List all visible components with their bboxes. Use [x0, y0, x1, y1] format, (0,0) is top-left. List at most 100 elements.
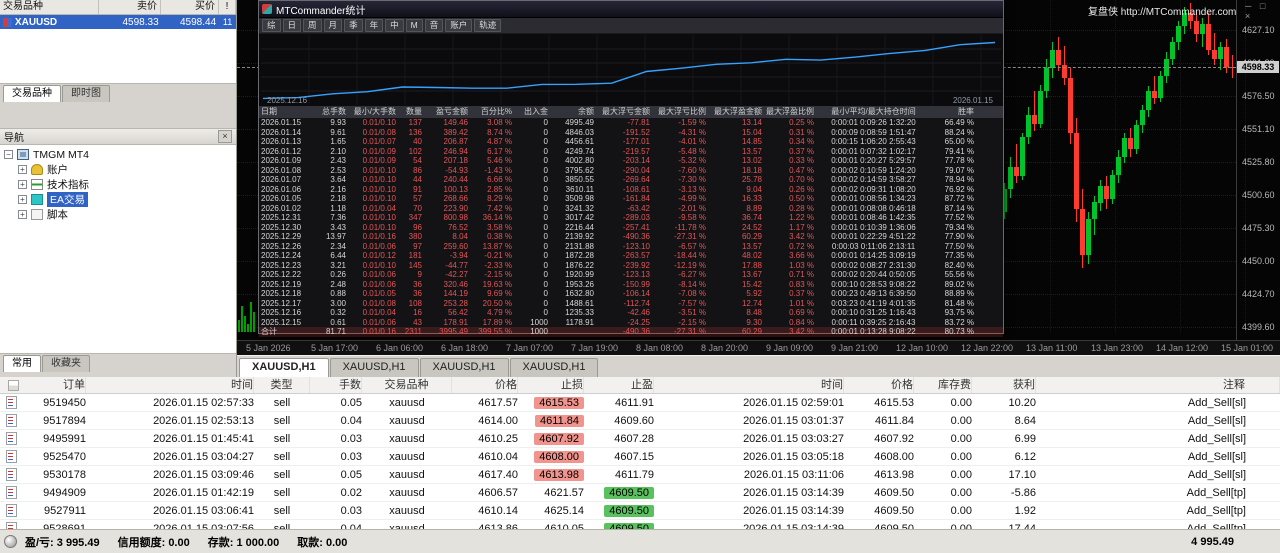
time-axis[interactable]: 5 Jan 20265 Jan 17:006 Jan 06:006 Jan 18… [237, 340, 1280, 356]
stats-toolbar-button[interactable]: 月 [324, 19, 343, 32]
stats-cell: 1235.33 [551, 308, 597, 318]
terminal-column-header[interactable]: 类型 [254, 377, 310, 393]
chart-tab[interactable]: XAUUSD,H1 [420, 358, 509, 377]
terminal-column-header[interactable]: 注释 [1036, 377, 1280, 393]
stats-column-header[interactable]: 最大浮盈金额 [709, 106, 765, 118]
nav-item-scripts[interactable]: +脚本 [0, 207, 236, 222]
order-row[interactable]: 94949092026.01.15 01:42:19sell0.02xauusd… [0, 484, 1280, 502]
stats-cell: 合计 [261, 327, 315, 337]
terminal-column-header[interactable]: 手数 [310, 377, 362, 393]
terminal-column-header[interactable]: 时间 [86, 377, 254, 393]
market-watch-header[interactable]: 交易品种卖价买价! [0, 0, 236, 15]
order-doc-icon [6, 396, 17, 409]
navigator-titlebar[interactable]: 导航 × [0, 128, 236, 145]
chart-window-controls[interactable]: ─ □ × [1245, 1, 1280, 21]
terminal-column-header[interactable]: 交易品种 [362, 377, 452, 393]
terminal-column-header[interactable]: 订单 [22, 377, 86, 393]
chart-tab[interactable]: XAUUSD,H1 [239, 358, 329, 377]
nav-item-ea[interactable]: +EA交易 [0, 192, 236, 207]
close-icon[interactable]: × [218, 130, 232, 143]
stats-toolbar-button[interactable]: 日 [283, 19, 302, 32]
chart-tab[interactable]: XAUUSD,H1 [330, 358, 419, 377]
terminal-column-header[interactable]: 时间 [654, 377, 844, 393]
market-watch-column-header[interactable]: ! [219, 0, 236, 14]
stats-column-header[interactable]: 盈亏金额 [425, 106, 471, 118]
nav-item-accounts[interactable]: +账户 [0, 162, 236, 177]
collapse-icon[interactable]: − [4, 150, 13, 159]
order-lots: 0.03 [310, 505, 362, 517]
stats-toolbar-button[interactable]: 音 [425, 19, 444, 32]
stats-cell: 0.37 % [765, 289, 817, 299]
profit-value: 10.20 [972, 397, 1036, 409]
price-axis-label: 4500.60 [1242, 190, 1275, 200]
stats-column-header[interactable]: 日期 [261, 106, 315, 118]
stats-column-header[interactable]: 最大浮亏比例 [653, 106, 709, 118]
stats-toolbar-button[interactable]: 周 [303, 19, 322, 32]
stats-cell: 347 [399, 213, 425, 223]
nav-root-item[interactable]: −TMGM MT4 [0, 147, 236, 162]
stats-toolbar-button[interactable]: 中 [385, 19, 404, 32]
terminal-column-header[interactable]: 价格 [452, 377, 518, 393]
stats-cell: 1.22 % [765, 213, 817, 223]
stats-cell: 9.61 [315, 128, 349, 138]
order-row[interactable]: 95279112026.01.15 03:06:41sell0.03xauusd… [0, 502, 1280, 520]
mtcommander-window[interactable]: MTCommander统计 综日周月季年中M音账户轨迹 2025.12.16 2… [258, 0, 1004, 334]
close-time: 2026.01.15 02:59:01 [654, 397, 844, 409]
stats-toolbar-button[interactable]: M [406, 19, 423, 32]
stats-toolbar-button[interactable]: 账户 [445, 19, 472, 32]
grid-icon[interactable] [8, 380, 19, 391]
expand-icon[interactable]: + [18, 180, 27, 189]
order-row[interactable]: 95254702026.01.15 03:04:27sell0.03xauusd… [0, 448, 1280, 466]
market-watch-tab[interactable]: 交易品种 [3, 85, 61, 102]
stats-column-header[interactable]: 数量 [399, 106, 425, 118]
stats-cell: 4456.61 [551, 137, 597, 147]
expand-icon[interactable]: + [18, 210, 27, 219]
navigator-tab[interactable]: 收藏夹 [42, 355, 90, 372]
order-row[interactable]: 94959912026.01.15 01:45:41sell0.03xauusd… [0, 430, 1280, 448]
navigator-tab[interactable]: 常用 [3, 355, 41, 372]
time-axis-label: 8 Jan 20:00 [701, 343, 748, 353]
stats-toolbar-button[interactable]: 年 [365, 19, 384, 32]
order-row[interactable]: 95301782026.01.15 03:09:46sell0.05xauusd… [0, 466, 1280, 484]
terminal-header[interactable]: 订单时间类型手数交易品种价格止损止盈时间价格库存费获利注释 [0, 377, 1280, 394]
stats-column-header[interactable]: 百分比% [471, 106, 515, 118]
chart-tab[interactable]: XAUUSD,H1 [510, 358, 599, 377]
market-watch-column-header[interactable]: 卖价 [99, 0, 161, 14]
stats-cell: 2.43 [315, 156, 349, 166]
symbol-row[interactable]: XAUUSD4598.334598.4411 [0, 15, 236, 29]
terminal-column-header[interactable]: 止损 [518, 377, 584, 393]
terminal-column-header[interactable]: 库存费 [914, 377, 972, 393]
nav-item-indicators[interactable]: +技术指标 [0, 177, 236, 192]
price-axis-label: 4399.60 [1242, 322, 1275, 332]
stats-column-header[interactable]: 出入金 [515, 106, 551, 118]
terminal-column-header[interactable]: 止盈 [584, 377, 654, 393]
stats-cell: 2216.44 [551, 223, 597, 233]
stats-column-header[interactable]: 余额 [551, 106, 597, 118]
expand-icon[interactable]: + [18, 195, 27, 204]
expand-icon[interactable]: + [18, 165, 27, 174]
market-watch-column-header[interactable]: 买价 [161, 0, 219, 14]
stats-column-header[interactable]: 胜率 [933, 106, 977, 118]
candle [1038, 91, 1043, 124]
terminal-column-header[interactable]: 价格 [844, 377, 914, 393]
stats-column-header[interactable]: 最小/大手数 [349, 106, 399, 118]
market-watch-tab[interactable]: 即时图 [62, 85, 110, 102]
stats-toolbar-button[interactable]: 综 [262, 19, 281, 32]
market-watch-column-header[interactable]: 交易品种 [0, 0, 99, 14]
stats-column-header[interactable]: 最大浮盈比例 [765, 106, 817, 118]
order-symbol: xauusd [362, 505, 452, 517]
order-row[interactable]: 95194502026.01.15 02:57:33sell0.05xauusd… [0, 394, 1280, 412]
stats-column-header[interactable]: 最小/平均/最大持仓时间 [817, 106, 933, 118]
mtcommander-titlebar[interactable]: MTCommander统计 [259, 1, 1003, 18]
stats-column-header[interactable]: 总手数 [315, 106, 349, 118]
stats-toolbar-button[interactable]: 轨迹 [474, 19, 501, 32]
stats-column-header[interactable]: 最大浮亏金额 [597, 106, 653, 118]
order-symbol: xauusd [362, 469, 452, 481]
terminal-column-header[interactable]: 获利 [972, 377, 1036, 393]
order-lots: 0.05 [310, 397, 362, 409]
order-row[interactable]: 95178942026.01.15 02:53:13sell0.04xauusd… [0, 412, 1280, 430]
order-symbol: xauusd [362, 433, 452, 445]
stats-cell: 89.02 % [933, 280, 977, 290]
stats-toolbar-button[interactable]: 季 [344, 19, 363, 32]
stop-loss-cell: 4607.92 [518, 433, 584, 445]
